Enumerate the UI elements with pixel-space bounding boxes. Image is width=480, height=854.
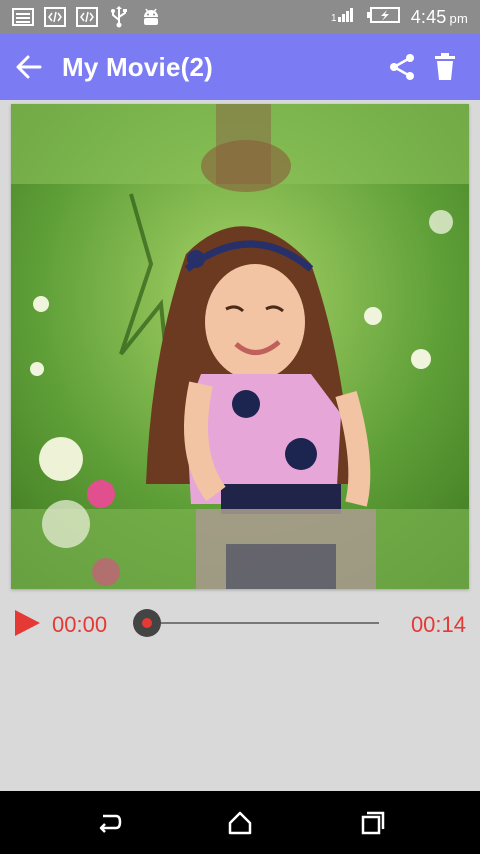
battery-charging-icon [366, 6, 401, 29]
share-icon[interactable] [388, 52, 416, 82]
recent-apps-icon[interactable] [358, 808, 388, 838]
svg-text:1: 1 [331, 13, 337, 24]
code-notification-icon [44, 6, 66, 28]
video-preview[interactable] [11, 104, 469, 589]
clock-ampm: pm [449, 11, 468, 26]
seek-track[interactable] [147, 622, 379, 624]
app-bar: My Movie(2) [0, 34, 480, 100]
android-debug-icon [140, 6, 162, 28]
page-title: My Movie(2) [62, 52, 214, 82]
back-arrow-icon[interactable] [14, 52, 44, 82]
system-indicators: 1 4:45 pm [331, 6, 468, 29]
navigation-bar [0, 791, 480, 854]
trash-icon[interactable] [432, 52, 458, 82]
home-icon[interactable] [225, 808, 255, 838]
clock: 4:45 pm [411, 7, 468, 28]
total-time: 00:14 [410, 612, 466, 637]
clock-time: 4:45 [410, 7, 447, 27]
status-bar: 1 4:45 pm [0, 0, 480, 34]
seek-thumb-dot [142, 618, 152, 628]
usb-icon [108, 6, 130, 28]
notification-icons [12, 6, 162, 28]
back-icon[interactable] [94, 808, 124, 838]
current-time: 00:00 [52, 612, 108, 637]
signal-icon: 1 [331, 6, 357, 29]
image-notification-icon [12, 6, 34, 28]
player-controls: 00:00 00:14 [0, 598, 480, 650]
play-icon[interactable] [12, 608, 42, 638]
code-notification-icon [76, 6, 98, 28]
preview-image [11, 104, 469, 589]
seek-thumb[interactable] [133, 609, 161, 637]
